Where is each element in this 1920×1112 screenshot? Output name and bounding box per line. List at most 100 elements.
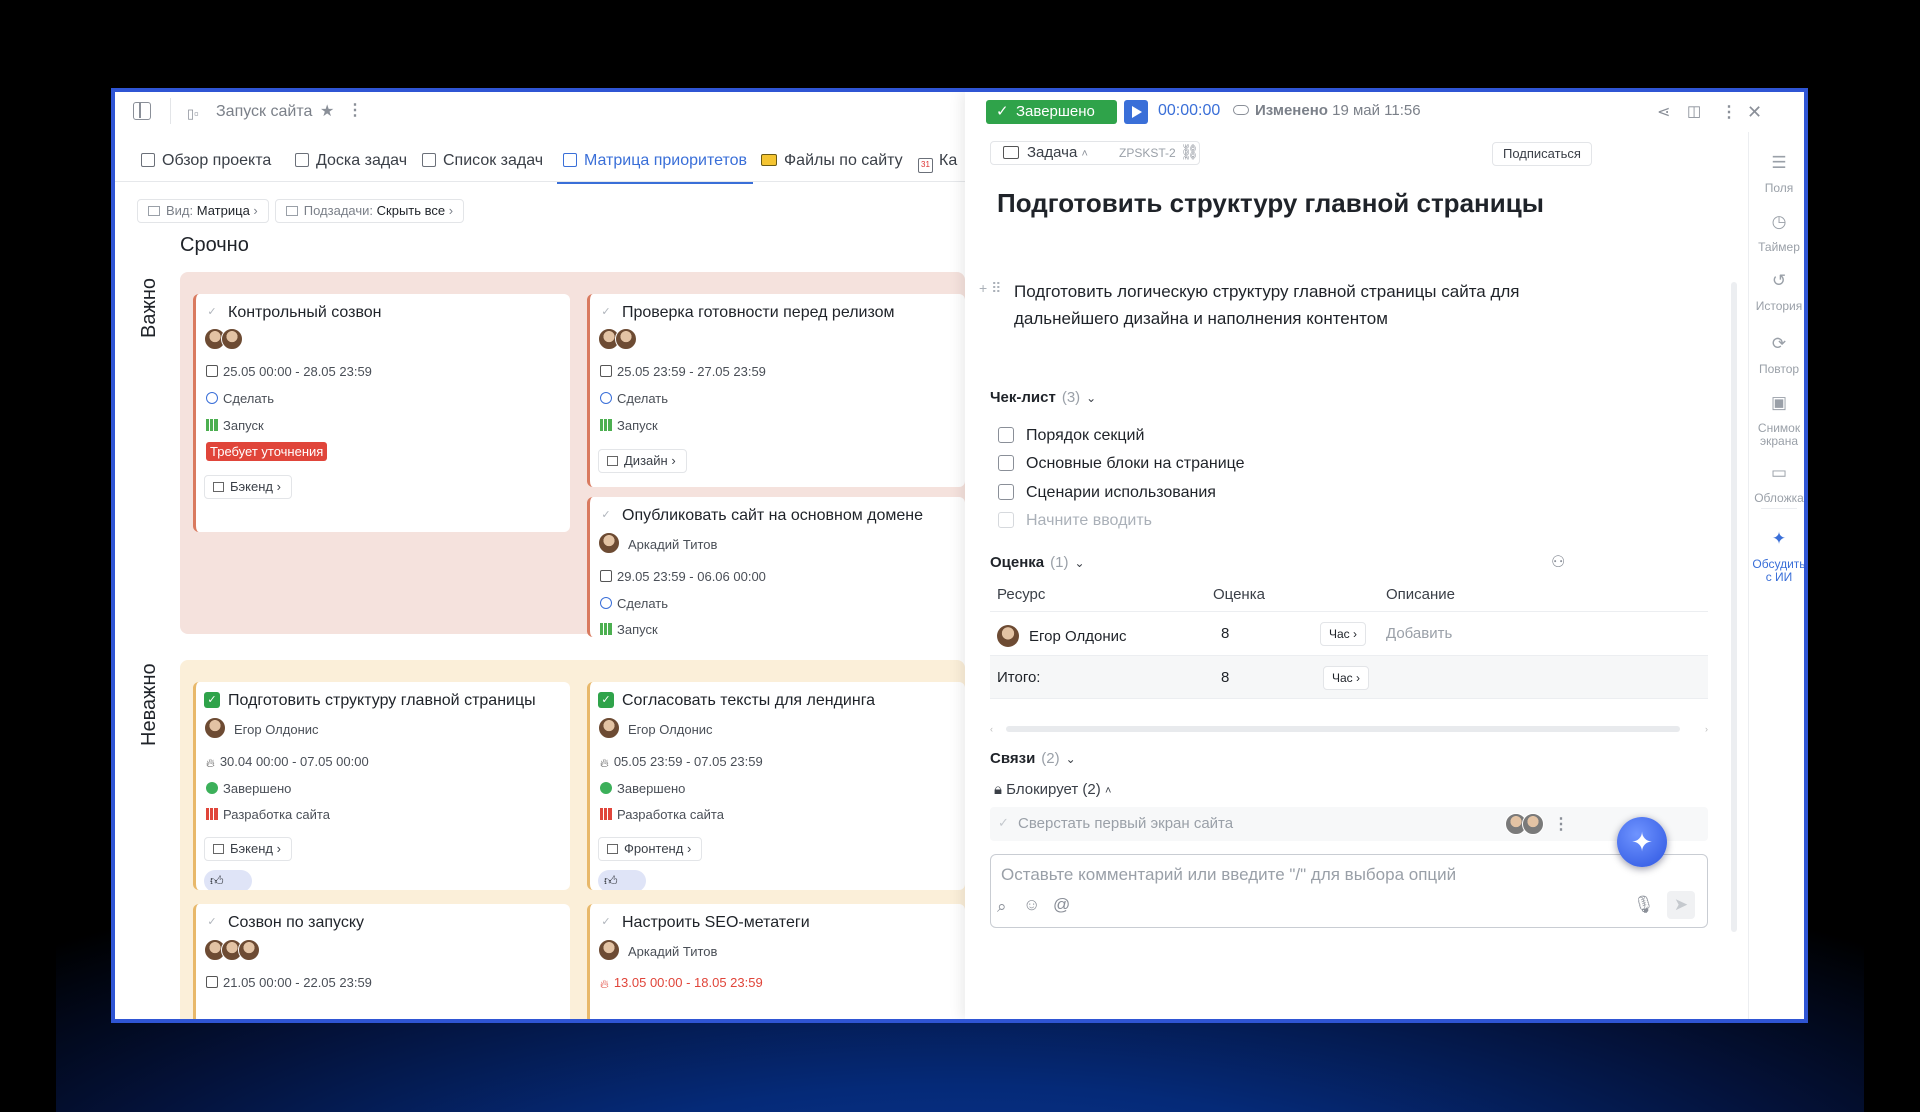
checkbox[interactable]: ✓ [204, 914, 220, 930]
view-filter[interactable]: Вид: Матрица › [137, 199, 269, 223]
priority-bars-icon [206, 808, 218, 820]
mention-icon[interactable]: @ [1053, 895, 1070, 915]
scroll-right-icon[interactable]: › [1705, 724, 1708, 734]
component-chip[interactable]: Фронтенд › [598, 837, 703, 861]
fire-icon: 🔥︎ [600, 756, 609, 770]
reactions[interactable]: 👍︎ [598, 870, 646, 890]
tab-overview[interactable]: Обзор проекта [141, 152, 271, 170]
reactions[interactable]: 👍︎ [204, 870, 252, 890]
unit-selector[interactable]: Час › [1323, 666, 1370, 690]
task-card[interactable]: ✓ Созвон по запуску 21.05 00:00 - 22.05 … [193, 904, 570, 1019]
subtasks-filter[interactable]: Подзадачи: Скрыть все › [274, 199, 465, 223]
card-status: Сделать [206, 391, 274, 406]
grid-icon [148, 206, 160, 216]
checkbox[interactable]: ✓ [598, 304, 614, 320]
checklist-item[interactable]: Порядок секций [998, 427, 1144, 445]
column-title: Срочно [180, 234, 249, 256]
component-chip[interactable]: Дизайн › [598, 449, 687, 473]
microphone-icon[interactable]: 🎙︎ [1633, 895, 1655, 915]
share-icon[interactable]: ⋖ [1657, 102, 1670, 122]
task-card[interactable]: ✓ Контрольный созвон 25.05 00:00 - 28.05… [193, 294, 570, 532]
sidebar-item-fields[interactable]: ☰ Поля [1749, 154, 1804, 195]
links-header[interactable]: Связи (2) ⌄ [990, 750, 1076, 767]
task-card[interactable]: ✓ Подготовить структуру главной страницы… [193, 682, 570, 890]
horizontal-scrollbar[interactable]: ‹ › [990, 724, 1708, 734]
attach-icon[interactable]: ⌕ [997, 897, 1007, 917]
link-icon[interactable]: ⛓︎ [1180, 142, 1199, 164]
priority-bars-icon [600, 808, 612, 820]
add-user-icon[interactable]: ⚇ [1551, 552, 1565, 572]
estimate-value[interactable]: 8 [1221, 625, 1229, 642]
date-text: 13.05 00:00 - 18.05 23:59 [613, 975, 763, 990]
chip-label: Бэкенд [230, 841, 273, 856]
fire-icon: 🔥︎ [600, 977, 609, 991]
checklist-item[interactable]: Сценарии использования [998, 484, 1216, 502]
comment-box[interactable]: Оставьте комментарий или введите "/" для… [990, 854, 1708, 928]
tab-list[interactable]: Список задач [422, 152, 543, 170]
component-chip[interactable]: Бэкенд › [204, 837, 292, 861]
estimate-header[interactable]: Оценка (1) ⌄ [990, 554, 1085, 571]
tab-board[interactable]: Доска задач [295, 152, 407, 170]
checkbox[interactable]: ✓ [204, 692, 220, 708]
task-title[interactable]: Подготовить структуру главной страницы [997, 188, 1544, 219]
changed-info: Изменено 19 май 11:56 [1233, 102, 1421, 119]
checkbox[interactable]: ✓ [598, 692, 614, 708]
sidebar-item-repeat[interactable]: ⟳ Повтор [1749, 335, 1804, 376]
checkbox [998, 512, 1014, 528]
tab-matrix[interactable]: Матрица приоритетов [556, 152, 754, 184]
filter-value: Матрица [196, 203, 250, 218]
sidebar-item-label: История [1755, 299, 1803, 313]
unit-selector[interactable]: Час › [1320, 622, 1367, 646]
tab-files[interactable]: Файлы по сайту [761, 152, 903, 170]
task-card[interactable]: ✓ Настроить SEO-метатеги Аркадий Титов 🔥… [587, 904, 965, 1019]
task-type-selector[interactable]: Задача ˄ ZPSKST-2 ⛓︎ [990, 141, 1200, 165]
checkbox[interactable] [998, 484, 1014, 500]
status-text: Сделать [223, 391, 275, 406]
task-card[interactable]: ✓ Согласовать тексты для лендинга Егор О… [587, 682, 965, 890]
star-icon[interactable]: ★ [320, 101, 334, 121]
component-chip[interactable]: Бэкенд › [204, 475, 292, 499]
checkbox[interactable] [998, 455, 1014, 471]
scroll-left-icon[interactable]: ‹ [990, 724, 993, 734]
scroll-thumb[interactable] [1006, 726, 1680, 732]
checklist-new-item[interactable]: Начните вводить [998, 512, 1152, 530]
checklist-header[interactable]: Чек-лист (3) ⌄ [990, 389, 1096, 406]
sidebar-item-ai[interactable]: ✦ Обсудить с ИИ [1749, 530, 1804, 584]
emoji-icon[interactable]: ☺ [1023, 895, 1040, 915]
task-description[interactable]: Подготовить логическую структуру главной… [1014, 278, 1574, 332]
task-card[interactable]: ✓ Проверка готовности перед релизом 25.0… [587, 294, 965, 487]
status-button[interactable]: Завершено [986, 100, 1117, 124]
close-icon[interactable]: ✕ [1747, 102, 1762, 123]
tab-calendar[interactable]: 31 Ка [918, 152, 957, 173]
checkbox[interactable] [998, 427, 1014, 443]
drag-handle-icon[interactable]: + ⠿ [979, 280, 1001, 297]
sidebar-item-history[interactable]: ↺ История [1749, 272, 1804, 313]
checkbox[interactable]: ✓ [598, 507, 614, 523]
split-view-icon[interactable]: ◫ [1687, 102, 1701, 120]
more-icon[interactable]: ⋮ [347, 100, 363, 120]
checkbox[interactable]: ✓ [598, 914, 614, 930]
comment-input[interactable]: Оставьте комментарий или введите "/" для… [1001, 865, 1456, 885]
sidebar-toggle-icon[interactable] [133, 102, 151, 120]
more-icon[interactable]: ⋮ [1721, 102, 1737, 122]
play-icon[interactable] [1124, 100, 1148, 124]
sidebar-item-cover[interactable]: ▭ Обложка [1749, 464, 1804, 505]
description-input[interactable]: Добавить [1386, 625, 1452, 642]
linked-task-row[interactable]: ✓ Сверстать первый экран сайта ⋮ [990, 807, 1708, 841]
sidebar-item-timer[interactable]: ◷ Таймер [1749, 213, 1804, 254]
ai-assistant-button[interactable]: ✦ [1617, 817, 1667, 867]
subscribe-button[interactable]: Подписаться [1492, 142, 1592, 166]
sidebar-item-label: Повтор [1758, 362, 1800, 376]
sidebar-item-screenshot[interactable]: ▣ Снимок экрана [1749, 394, 1804, 448]
send-icon[interactable]: ➤ [1667, 891, 1695, 919]
date-text: 21.05 00:00 - 22.05 23:59 [223, 975, 372, 990]
blocks-group-header[interactable]: 🔒︎ Блокирует (2) ˄ [994, 781, 1111, 798]
more-icon[interactable]: ⋮ [1553, 814, 1569, 834]
checkbox[interactable]: ✓ [204, 304, 220, 320]
task-card[interactable]: ✓ Опубликовать сайт на основном домене А… [587, 497, 965, 637]
row-label-important: Важно [138, 277, 160, 338]
checklist-item[interactable]: Основные блоки на странице [998, 455, 1245, 473]
section-count: (2) [1041, 750, 1060, 767]
vertical-scrollbar[interactable] [1731, 282, 1737, 932]
project-title[interactable]: Запуск сайта [216, 103, 312, 121]
